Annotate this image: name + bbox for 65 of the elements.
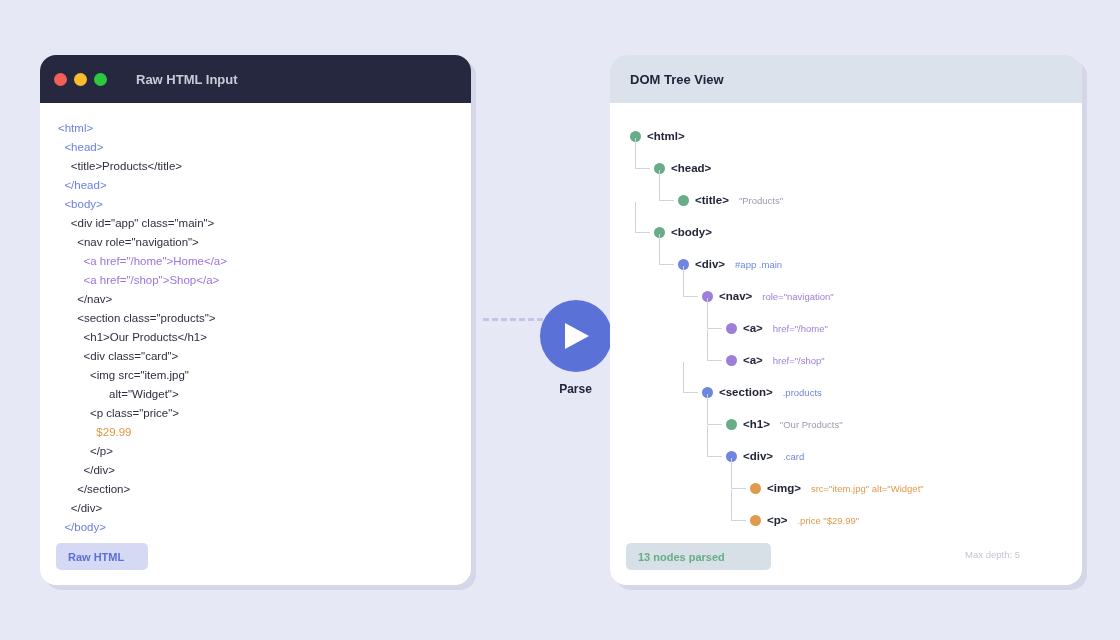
node-attributes: src="item.jpg" alt="Widget" [810,482,924,494]
node-tag[interactable]: <html> [647,130,685,142]
code-line: <p class="price"> [88,406,179,421]
code-line: </div> [69,501,103,516]
node-attributes: role="navigation" [762,290,834,302]
node-tag[interactable]: <section> [719,386,773,398]
code-line: <title>Products</title> [69,159,182,174]
node-tag[interactable]: <a> [743,322,763,334]
node-text: "Our Products" [779,418,843,430]
code-line: </nav> [76,292,113,307]
code-line: </p> [88,444,113,459]
tree-connector [707,330,722,361]
tree-connector [707,298,722,329]
panel-title: Raw HTML Input [136,71,238,87]
code-line: <section class="products"> [76,311,216,326]
code-line: <a href="/shop">Shop</a> [82,273,220,288]
code-line: <div class="card"> [82,349,179,364]
tree-connector [635,138,650,169]
node-tag[interactable]: <p> [767,514,788,526]
node-tag[interactable]: <img> [767,482,801,494]
code-line: alt="Widget"> [108,387,179,402]
code-line: <h1>Our Products</h1> [82,330,207,345]
code-line: </div> [82,463,115,478]
node-attributes: .card [783,450,805,462]
tree-connector [683,362,698,393]
window-control[interactable] [74,72,87,86]
panel-title: DOM Tree View [630,71,724,87]
code-line: <head> [63,140,104,155]
code-line: $29.99 [95,425,132,440]
node-tag[interactable]: <title> [695,194,729,206]
node-tag[interactable]: <div> [743,450,774,462]
node-tag[interactable]: <nav> [719,290,753,302]
tree-connector [683,266,698,297]
tree-connector [731,458,746,489]
dashed-connector [483,318,543,321]
node-text: "Products" [738,194,784,206]
node-attributes: href="/shop" [772,354,825,366]
code-line: <body> [63,197,103,212]
tree-connector [659,170,674,201]
node-attributes: .price "$29.99" [797,514,860,526]
source-badge: Raw HTML [56,543,149,570]
code-line: <div id="app" class="main"> [69,216,215,231]
code-line: </section> [76,482,131,497]
code-line: <html> [58,121,94,136]
tree-connector [731,490,746,521]
code-line: </head> [63,178,107,193]
code-line: <a href="/home">Home</a> [82,254,227,269]
node-tag[interactable]: <head> [671,162,712,174]
code-line: </body> [63,520,106,535]
window-control[interactable] [94,72,107,86]
tree-connector [707,426,722,457]
tree-connector [635,202,650,233]
node-tag[interactable]: <body> [671,226,712,238]
node-tag[interactable]: <a> [743,354,763,366]
node-tag[interactable]: <h1> [743,418,770,430]
node-attributes: href="/home" [772,322,828,334]
code-line: <img src="item.jpg" [88,368,189,383]
window-control[interactable] [54,72,67,86]
node-attributes: #app .main [735,258,783,270]
node-count-badge: 13 nodes parsed [626,543,771,570]
parse-label: Parse [559,382,592,396]
tree-connector [707,394,722,425]
node-attributes: .products [782,386,822,398]
node-tag[interactable]: <div> [695,258,726,270]
code-line: <nav role="navigation"> [76,235,199,250]
